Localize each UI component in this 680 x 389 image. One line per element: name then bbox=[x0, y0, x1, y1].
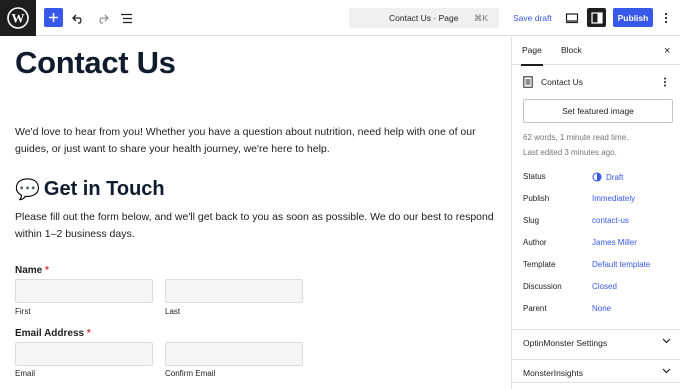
status-value[interactable]: Draft bbox=[592, 172, 623, 182]
last-name-sublabel: Last bbox=[165, 307, 181, 316]
template-label: Template bbox=[523, 260, 556, 269]
view-button[interactable] bbox=[565, 11, 579, 25]
slug-label: Slug bbox=[523, 216, 540, 225]
discussion-label: Discussion bbox=[523, 282, 562, 291]
page-icon bbox=[523, 76, 533, 88]
close-icon[interactable]: × bbox=[664, 45, 670, 57]
parent-value[interactable]: None bbox=[592, 304, 611, 313]
slug-value[interactable]: contact-us bbox=[592, 216, 629, 225]
intro-paragraph[interactable]: We'd love to hear from you! Whether you … bbox=[15, 124, 495, 158]
chevron-down-icon bbox=[662, 338, 671, 344]
options-button[interactable] bbox=[661, 9, 671, 27]
panel-label: OptinMonster Settings bbox=[523, 338, 608, 348]
list-view-button[interactable] bbox=[118, 8, 134, 28]
word-count: 62 words, 1 minute read time. bbox=[523, 133, 629, 142]
template-value[interactable]: Default template bbox=[592, 260, 650, 269]
save-draft-button[interactable]: Save draft bbox=[513, 13, 552, 23]
redo-icon bbox=[98, 14, 109, 24]
svg-text:W: W bbox=[12, 11, 25, 26]
name-label-text: Name bbox=[15, 265, 43, 276]
undo-icon bbox=[71, 14, 82, 24]
last-edited: Last edited 3 minutes ago. bbox=[523, 148, 617, 157]
plus-icon bbox=[49, 13, 58, 22]
publish-value[interactable]: Immediately bbox=[592, 194, 635, 203]
wordpress-logo[interactable]: W bbox=[0, 0, 36, 36]
tab-block[interactable]: Block bbox=[561, 45, 582, 55]
settings-sidebar: Page Block × Contact Us Set featured ima… bbox=[511, 37, 680, 389]
list-view-icon bbox=[120, 13, 132, 23]
discussion-value[interactable]: Closed bbox=[592, 282, 617, 291]
email-sublabel: Email bbox=[15, 369, 36, 378]
required-marker: * bbox=[86, 328, 91, 339]
document-summary: Contact Us bbox=[523, 75, 673, 89]
author-label: Author bbox=[523, 238, 547, 247]
section-heading[interactable]: 💬 Get in Touch bbox=[15, 177, 165, 202]
document-title: Contact Us · Page bbox=[389, 13, 459, 23]
sidebar-doc-title: Contact Us bbox=[541, 77, 584, 87]
status-value-text: Draft bbox=[606, 172, 624, 182]
sidebar-settings-icon bbox=[590, 11, 603, 24]
email-label-text: Email Address bbox=[15, 328, 85, 339]
page-title[interactable]: Contact Us bbox=[15, 45, 176, 81]
settings-toggle-button[interactable] bbox=[587, 8, 606, 27]
set-featured-image-button[interactable]: Set featured image bbox=[523, 99, 673, 123]
first-name-sublabel: First bbox=[15, 307, 31, 316]
wordpress-icon: W bbox=[7, 7, 29, 29]
first-name-input[interactable] bbox=[15, 279, 153, 303]
form-description[interactable]: Please fill out the form below, and we'l… bbox=[15, 209, 495, 243]
publish-button[interactable]: Publish bbox=[613, 8, 653, 27]
confirm-email-sublabel: Confirm Email bbox=[165, 369, 216, 378]
command-palette[interactable]: Contact Us · Page ⌘K bbox=[349, 8, 499, 28]
chevron-down-icon bbox=[662, 368, 671, 374]
panel-label: MonsterInsights bbox=[523, 368, 583, 378]
parent-label: Parent bbox=[523, 304, 547, 313]
heading-text: Get in Touch bbox=[43, 178, 165, 200]
editor-toolbar: W Contact Us · Page ⌘K Save draft Publis… bbox=[0, 0, 680, 36]
confirm-email-input[interactable] bbox=[165, 342, 303, 366]
tab-page[interactable]: Page bbox=[521, 45, 543, 66]
email-input[interactable] bbox=[15, 342, 153, 366]
last-name-input[interactable] bbox=[165, 279, 303, 303]
name-field-label: Name * bbox=[15, 265, 49, 276]
keyboard-shortcut: ⌘K bbox=[473, 13, 488, 23]
monsterinsights-panel[interactable]: MonsterInsights bbox=[512, 359, 680, 383]
required-marker: * bbox=[45, 265, 49, 276]
draft-status-icon bbox=[592, 172, 602, 182]
email-field-label: Email Address * bbox=[15, 328, 91, 339]
desktop-view-icon bbox=[565, 13, 579, 24]
author-value[interactable]: James Miller bbox=[592, 238, 637, 247]
document-actions-button[interactable] bbox=[663, 75, 667, 93]
more-options-icon bbox=[664, 12, 668, 24]
sidebar-tabs: Page Block × bbox=[512, 37, 680, 66]
add-block-button[interactable] bbox=[44, 8, 63, 27]
optinmonster-panel[interactable]: OptinMonster Settings bbox=[512, 329, 680, 353]
redo-button[interactable] bbox=[94, 8, 110, 28]
editor-canvas[interactable]: Contact Us We'd love to hear from you! W… bbox=[0, 37, 511, 389]
undo-button[interactable] bbox=[70, 8, 86, 28]
speech-bubble-icon: 💬 bbox=[15, 179, 40, 201]
status-label: Status bbox=[523, 172, 546, 181]
more-options-icon bbox=[664, 77, 666, 87]
publish-label: Publish bbox=[523, 194, 550, 203]
